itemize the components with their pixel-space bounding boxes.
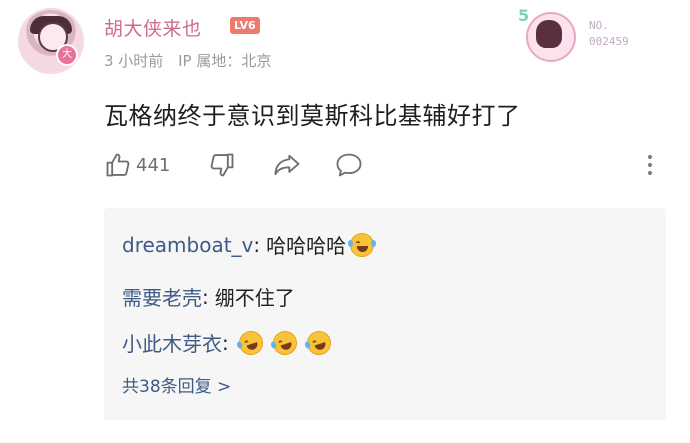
level-badge: LV6 (230, 17, 260, 34)
fan-badge-character-icon (536, 20, 562, 48)
more-button[interactable] (644, 148, 656, 182)
fan-badge-number: 5 (518, 6, 530, 25)
share-button[interactable] (272, 148, 302, 182)
fan-badge: 5 (518, 6, 578, 62)
reply-item[interactable]: dreamboat_v : 哈哈哈哈 (122, 230, 377, 259)
more-vertical-icon (648, 155, 652, 175)
grinning-squinting-tears-emoji-icon (348, 232, 377, 257)
like-count: 441 (136, 154, 171, 176)
reply-separator: : (222, 330, 229, 355)
post-meta: 3 小时前 IP 属地：北京 (104, 50, 281, 71)
reply-item[interactable]: 小此木芽衣 : (122, 327, 334, 358)
reply-separator: : (253, 232, 261, 257)
rolling-laughing-emoji-icon (269, 327, 300, 358)
reply-item[interactable]: 需要老壳 : 绷不住了 (122, 282, 295, 311)
like-button[interactable]: 441 (104, 148, 170, 182)
reply-username[interactable]: 需要老壳 (122, 282, 202, 311)
fan-number: NO. 002459 (589, 18, 629, 50)
reply-text: 哈哈哈哈 (266, 234, 347, 258)
view-all-replies-link[interactable]: 共38条回复 > (122, 372, 231, 397)
ip-location: IP 属地：北京 (178, 52, 272, 70)
reply-separator: : (202, 284, 209, 309)
action-bar: 441 (104, 148, 664, 182)
comment-button[interactable] (334, 148, 364, 182)
fan-number-value: 002459 (589, 35, 629, 48)
reply-text: 绷不住了 (214, 286, 295, 310)
thumbs-down-icon (210, 153, 234, 177)
reply-username[interactable]: 小此木芽衣 (122, 328, 222, 357)
rolling-laughing-emoji-icon (235, 327, 266, 358)
post-content: 瓦格纳终于意识到莫斯科比基辅好打了 (104, 102, 521, 130)
avatar[interactable]: 大 (18, 8, 84, 74)
dislike-button[interactable] (208, 148, 236, 182)
post-time: 3 小时前 (104, 52, 164, 70)
rolling-laughing-emoji-icon (303, 327, 334, 358)
reply-username[interactable]: dreamboat_v (122, 233, 253, 257)
avatar-badge-icon: 大 (56, 44, 78, 66)
username[interactable]: 胡大侠来也 (104, 14, 202, 41)
comment-icon (336, 153, 362, 177)
reply-preview-box[interactable]: dreamboat_v : 哈哈哈哈 需要老壳 : 绷不住了 小此木芽衣 : 共… (104, 208, 666, 420)
thumbs-up-icon (106, 153, 130, 177)
share-icon (274, 154, 300, 176)
fan-number-label: NO. (589, 19, 609, 32)
